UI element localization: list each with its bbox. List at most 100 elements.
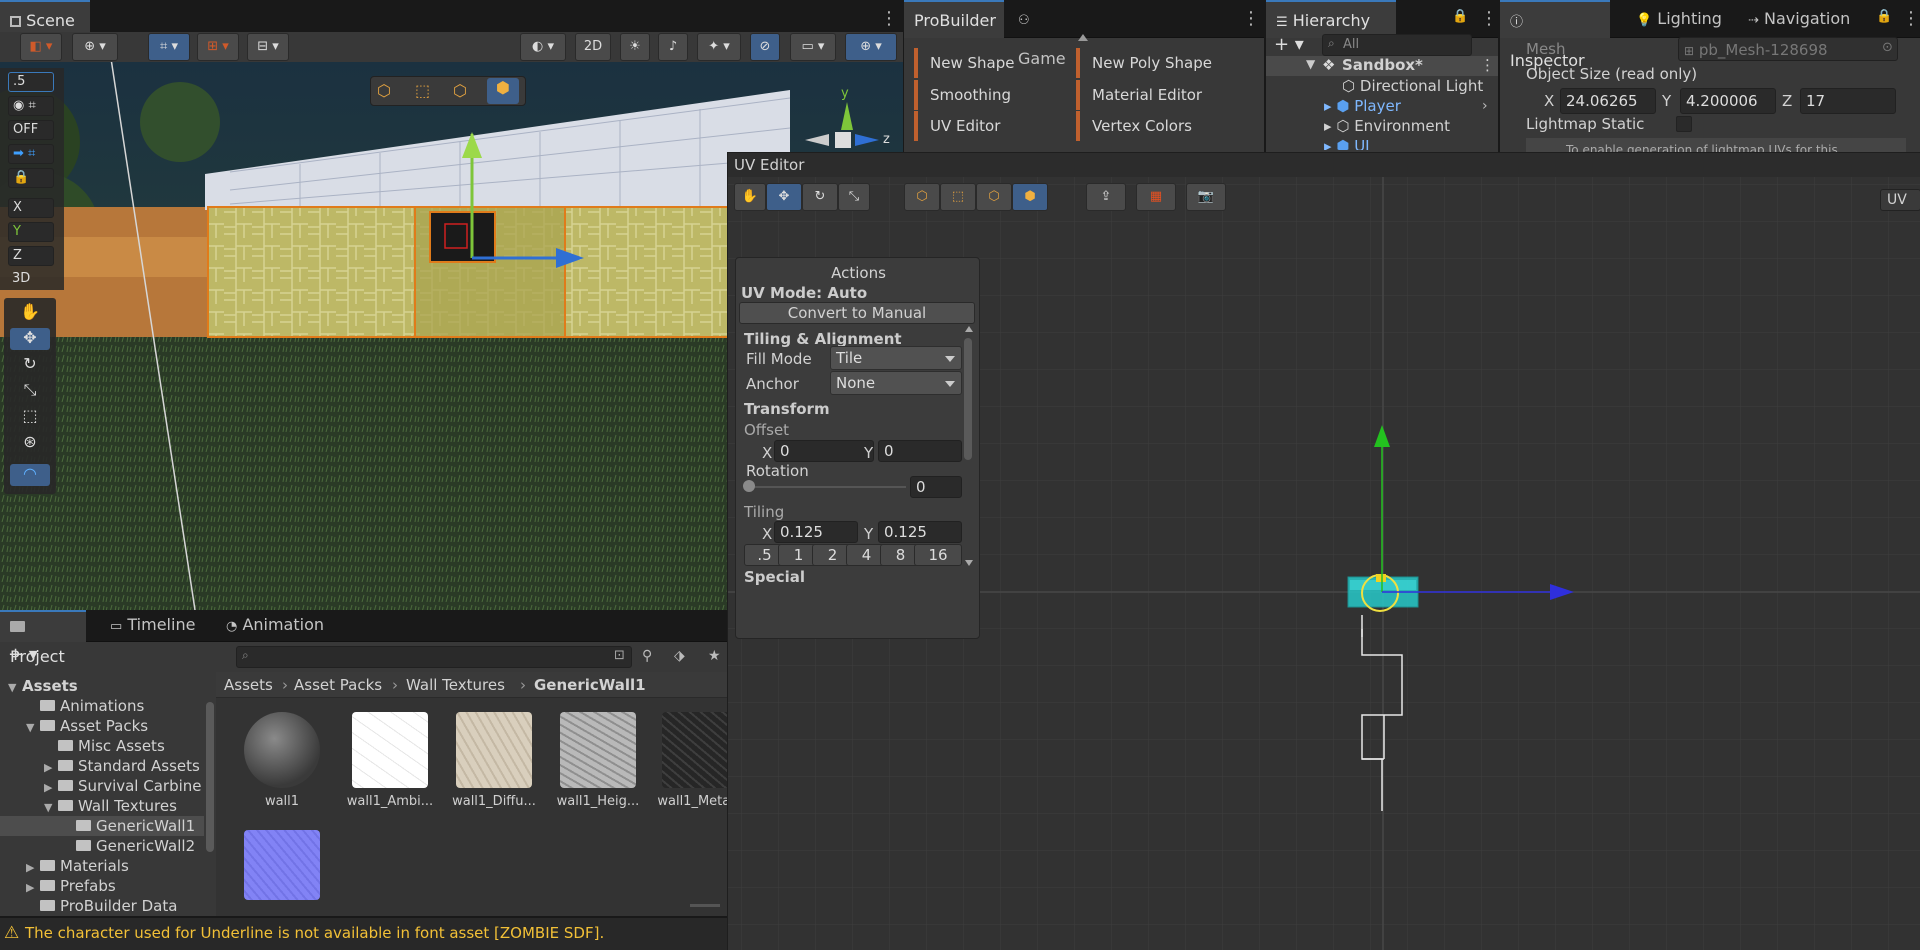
lock-toggle[interactable]: 🔒	[8, 168, 54, 188]
chevron-down-icon[interactable]: ▼	[8, 678, 22, 698]
draw-mode-button[interactable]: ◧ ▾	[20, 33, 62, 61]
folder-tree-item[interactable]: ProBuilder Data	[0, 896, 204, 916]
lighting-button[interactable]: ☀	[620, 33, 650, 61]
hierarchy-item-player[interactable]: ▸ ⬢ Player	[1324, 96, 1401, 116]
shading-button[interactable]: ◐ ▾	[520, 33, 566, 61]
uv-edge-mode-icon[interactable]: ⬡	[976, 183, 1012, 211]
more-menu-icon[interactable]: ⋮	[1902, 8, 1920, 29]
tiling-y-field[interactable]: 0.125	[878, 521, 962, 543]
uv-scale-tool-icon[interactable]: ⤡	[838, 183, 870, 211]
folder-tree-item[interactable]: ▼ Asset Packs	[0, 716, 204, 736]
snap-move-toggle[interactable]: ➡ ⌗	[8, 144, 54, 164]
anchor-dropdown[interactable]: None	[830, 371, 962, 395]
chevron-right-icon[interactable]: ▶	[26, 858, 40, 878]
folder-tree-item[interactable]: ▼ Wall Textures	[0, 796, 204, 816]
tab-lighting[interactable]: 💡 Lighting	[1626, 0, 1736, 38]
label-filter-icon[interactable]: ⬗	[674, 648, 685, 664]
face-mode-icon[interactable]: ⬢	[487, 78, 519, 104]
chevron-right-icon[interactable]: ▶	[44, 778, 58, 798]
chevron-right-icon[interactable]: ▶	[44, 758, 58, 778]
rect-tool-icon[interactable]: ⬚	[10, 406, 50, 428]
tab-navigation[interactable]: ⇢ Navigation	[1738, 0, 1878, 38]
tiling-x-field[interactable]: 0.125	[774, 521, 858, 543]
asset-thumbnail-wall1[interactable]	[244, 712, 320, 788]
hierarchy-search-input[interactable]: All	[1322, 34, 1472, 56]
snap-off-toggle[interactable]: OFF	[8, 120, 54, 140]
lock-icon[interactable]: 🔒	[1452, 9, 1468, 24]
project-search-input[interactable]	[236, 646, 632, 668]
custom-tool-icon[interactable]: ◠	[10, 464, 50, 486]
tab-probuilder[interactable]: ProBuilder	[904, 0, 1004, 38]
hidden-objects-button[interactable]: ⊘	[750, 33, 780, 61]
visibility-toggle[interactable]: ◉ ⌗	[8, 96, 54, 116]
gizmos-button[interactable]: ⊕ ▾	[845, 33, 897, 61]
new-poly-shape-button[interactable]: New Poly Shape	[1076, 48, 1212, 78]
uv-export-icon[interactable]: ⇪	[1086, 183, 1126, 211]
effects-button[interactable]: ✦ ▾	[697, 33, 741, 61]
uv-editor-titlebar[interactable]: UV Editor	[728, 153, 1920, 177]
folder-tree-item[interactable]: GenericWall2	[0, 836, 204, 856]
uv-face-mode-icon[interactable]: ⬢	[1012, 183, 1048, 211]
scroll-up-icon[interactable]	[1078, 34, 1088, 41]
vertex-mode-icon[interactable]: ⬚	[415, 81, 437, 101]
hand-tool-icon[interactable]: ✋	[10, 302, 50, 324]
object-picker-icon[interactable]: ⊙	[1882, 40, 1893, 55]
asset-thumbnail-height[interactable]	[560, 712, 636, 788]
asset-thumbnail-metallic[interactable]	[662, 712, 728, 788]
offset-x-field[interactable]: 0	[774, 440, 874, 462]
more-menu-icon[interactable]: ⋮	[1242, 8, 1260, 29]
folder-tree-item[interactable]: Animations	[0, 696, 204, 716]
rotation-slider-handle[interactable]	[743, 480, 755, 492]
filter-type-icon[interactable]: ⚲	[642, 648, 652, 664]
axis-x-toggle[interactable]: X	[8, 198, 54, 218]
new-shape-button[interactable]: New Shape	[914, 48, 1014, 78]
uv-object-mode-icon[interactable]: ⬡	[904, 183, 940, 211]
search-filter-icon[interactable]: ⊡	[614, 648, 625, 663]
asset-thumbnail-diffuse[interactable]	[456, 712, 532, 788]
lightmap-static-checkbox[interactable]	[1676, 116, 1692, 132]
breadcrumb-item[interactable]: Wall Textures	[406, 676, 505, 694]
toggle-2d-button[interactable]: 2D	[575, 33, 611, 61]
toggle-3d[interactable]: 3D	[8, 270, 54, 290]
favorite-icon[interactable]: ★	[708, 648, 721, 664]
uv-texture-preview-icon[interactable]: ▦	[1136, 183, 1176, 211]
folder-tree-item[interactable]: ▶ Survival Carbine	[0, 776, 204, 796]
hierarchy-item-directional-light[interactable]: ⬡ Directional Light	[1342, 76, 1483, 96]
asset-thumbnail-normal[interactable]	[244, 830, 320, 900]
uv-vertex-mode-icon[interactable]: ⬚	[940, 183, 976, 211]
folder-tree-item[interactable]: GenericWall1	[0, 816, 204, 836]
rotation-field[interactable]: 0	[910, 476, 962, 498]
edge-mode-icon[interactable]: ⬡	[453, 81, 475, 101]
tab-animation[interactable]: ◔ Animation	[216, 610, 336, 642]
increment-snap-button[interactable]: ⊞ ▾	[197, 33, 239, 61]
tab-inspector[interactable]: ⓘ Inspector	[1500, 0, 1610, 70]
breadcrumb-item[interactable]: Asset Packs	[294, 676, 382, 694]
tab-project[interactable]: Project	[0, 610, 86, 666]
rotate-tool-icon[interactable]: ↻	[10, 354, 50, 376]
scroll-down-icon[interactable]	[965, 560, 973, 566]
offset-y-field[interactable]: 0	[878, 440, 962, 462]
tab-hierarchy[interactable]: ☰ Hierarchy	[1266, 0, 1396, 38]
global-toggle-button[interactable]: ⊕ ▾	[72, 33, 118, 61]
asset-thumbnail-ambient[interactable]	[352, 712, 428, 788]
move-tool-icon[interactable]: ✥	[10, 328, 50, 350]
snap-value-field[interactable]: .5	[8, 72, 54, 92]
folder-tree-item[interactable]: ▶ Materials	[0, 856, 204, 876]
chevron-down-icon[interactable]: ▼	[26, 718, 40, 738]
chevron-right-icon[interactable]: ▶	[26, 878, 40, 898]
chevron-right-icon[interactable]: ›	[1482, 98, 1488, 114]
folder-tree-item[interactable]: Misc Assets	[0, 736, 204, 756]
rotation-slider[interactable]	[748, 486, 906, 488]
fill-mode-dropdown[interactable]: Tile	[830, 346, 962, 370]
object-mode-icon[interactable]: ⬡	[377, 81, 399, 101]
uv-rotate-tool-icon[interactable]: ↻	[802, 183, 838, 211]
folder-tree-item[interactable]: ▶ Prefabs	[0, 876, 204, 896]
smoothing-button[interactable]: Smoothing	[914, 80, 1011, 110]
more-menu-icon[interactable]: ⋮	[880, 8, 898, 29]
audio-button[interactable]: ♪	[658, 33, 688, 61]
uv-move-tool-icon[interactable]: ✥	[766, 183, 802, 211]
status-bar[interactable]: ⚠ The character used for Underline is no…	[0, 918, 728, 950]
add-object-button[interactable]: + ▾	[1274, 34, 1304, 55]
more-menu-icon[interactable]: ⋮	[1480, 56, 1495, 74]
scale-tool-icon[interactable]: ⤡	[10, 380, 50, 402]
